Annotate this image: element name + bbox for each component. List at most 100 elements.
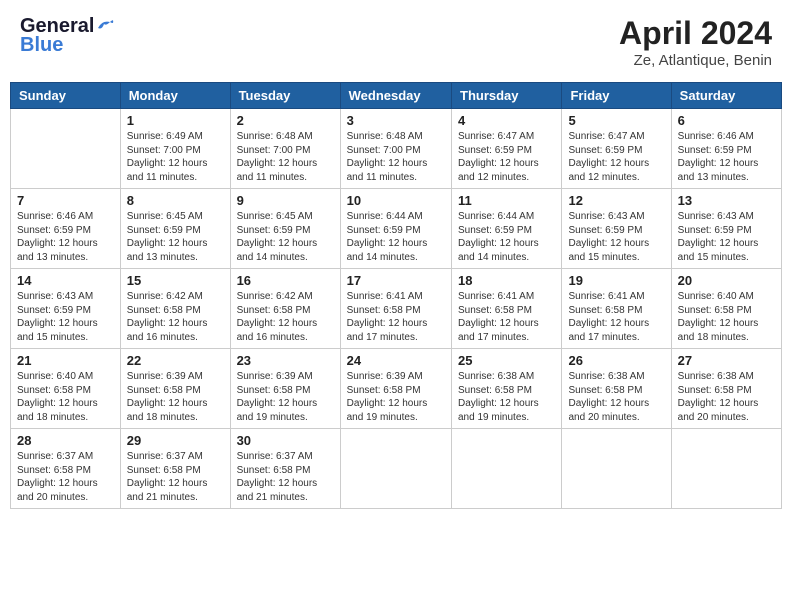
day-number: 9 bbox=[237, 193, 334, 208]
table-row: 3 Sunrise: 6:48 AM Sunset: 7:00 PM Daylig… bbox=[340, 109, 451, 189]
logo-bird-icon bbox=[96, 18, 114, 32]
table-row: 12 Sunrise: 6:43 AM Sunset: 6:59 PM Dayli… bbox=[562, 189, 671, 269]
day-number: 29 bbox=[127, 433, 224, 448]
day-info: Sunrise: 6:47 AM Sunset: 6:59 PM Dayligh… bbox=[458, 130, 555, 184]
month-year-title: April 2024 bbox=[619, 15, 772, 52]
col-friday: Friday bbox=[562, 83, 671, 109]
col-thursday: Thursday bbox=[452, 83, 562, 109]
day-info: Sunrise: 6:39 AM Sunset: 6:58 PM Dayligh… bbox=[127, 370, 224, 424]
table-row bbox=[562, 429, 671, 509]
day-info: Sunrise: 6:41 AM Sunset: 6:58 PM Dayligh… bbox=[347, 290, 445, 344]
calendar-header-row: Sunday Monday Tuesday Wednesday Thursday… bbox=[11, 83, 782, 109]
table-row: 24 Sunrise: 6:39 AM Sunset: 6:58 PM Dayli… bbox=[340, 349, 451, 429]
day-info: Sunrise: 6:38 AM Sunset: 6:58 PM Dayligh… bbox=[458, 370, 555, 424]
day-number: 8 bbox=[127, 193, 224, 208]
table-row bbox=[452, 429, 562, 509]
day-number: 10 bbox=[347, 193, 445, 208]
table-row: 14 Sunrise: 6:43 AM Sunset: 6:59 PM Dayli… bbox=[11, 269, 121, 349]
col-saturday: Saturday bbox=[671, 83, 781, 109]
table-row: 17 Sunrise: 6:41 AM Sunset: 6:58 PM Dayli… bbox=[340, 269, 451, 349]
day-info: Sunrise: 6:39 AM Sunset: 6:58 PM Dayligh… bbox=[237, 370, 334, 424]
day-info: Sunrise: 6:45 AM Sunset: 6:59 PM Dayligh… bbox=[237, 210, 334, 264]
table-row: 6Sunrise: 6:46 AM Sunset: 6:59 PM Daylig… bbox=[671, 109, 781, 189]
table-row: 25 Sunrise: 6:38 AM Sunset: 6:58 PM Dayli… bbox=[452, 349, 562, 429]
day-info: Sunrise: 6:45 AM Sunset: 6:59 PM Dayligh… bbox=[127, 210, 224, 264]
day-info: Sunrise: 6:41 AM Sunset: 6:58 PM Dayligh… bbox=[568, 290, 664, 344]
table-row bbox=[340, 429, 451, 509]
day-number: 15 bbox=[127, 273, 224, 288]
day-number: 30 bbox=[237, 433, 334, 448]
day-number: 2 bbox=[237, 113, 334, 128]
table-row: 2Sunrise: 6:48 AM Sunset: 7:00 PM Daylig… bbox=[230, 109, 340, 189]
day-info: Sunrise: 6:47 AM Sunset: 6:59 PM Dayligh… bbox=[568, 130, 664, 184]
day-info: Sunrise: 6:43 AM Sunset: 6:59 PM Dayligh… bbox=[678, 210, 775, 264]
day-number: 3 bbox=[347, 113, 445, 128]
day-number: 14 bbox=[17, 273, 114, 288]
day-info: Sunrise: 6:44 AM Sunset: 6:59 PM Dayligh… bbox=[458, 210, 555, 264]
table-row: 5 Sunrise: 6:47 AM Sunset: 6:59 PM Daylig… bbox=[562, 109, 671, 189]
table-row: 23Sunrise: 6:39 AM Sunset: 6:58 PM Dayli… bbox=[230, 349, 340, 429]
table-row: 18Sunrise: 6:41 AM Sunset: 6:58 PM Dayli… bbox=[452, 269, 562, 349]
day-number: 22 bbox=[127, 353, 224, 368]
day-info: Sunrise: 6:42 AM Sunset: 6:58 PM Dayligh… bbox=[237, 290, 334, 344]
title-block: April 2024 Ze, Atlantique, Benin bbox=[619, 15, 772, 69]
page-header: General Blue April 2024 Ze, Atlantique, … bbox=[10, 10, 782, 74]
day-info: Sunrise: 6:37 AM Sunset: 6:58 PM Dayligh… bbox=[237, 450, 334, 504]
day-info: Sunrise: 6:46 AM Sunset: 6:59 PM Dayligh… bbox=[678, 130, 775, 184]
day-number: 25 bbox=[458, 353, 555, 368]
table-row: 8 Sunrise: 6:45 AM Sunset: 6:59 PM Daylig… bbox=[120, 189, 230, 269]
logo: General Blue bbox=[20, 15, 114, 57]
day-info: Sunrise: 6:37 AM Sunset: 6:58 PM Dayligh… bbox=[17, 450, 114, 504]
day-number: 27 bbox=[678, 353, 775, 368]
calendar-week-row: 21Sunrise: 6:40 AM Sunset: 6:58 PM Dayli… bbox=[11, 349, 782, 429]
day-number: 24 bbox=[347, 353, 445, 368]
table-row: 22 Sunrise: 6:39 AM Sunset: 6:58 PM Dayli… bbox=[120, 349, 230, 429]
table-row: 28Sunrise: 6:37 AM Sunset: 6:58 PM Dayli… bbox=[11, 429, 121, 509]
day-info: Sunrise: 6:39 AM Sunset: 6:58 PM Dayligh… bbox=[347, 370, 445, 424]
calendar-table: Sunday Monday Tuesday Wednesday Thursday… bbox=[10, 82, 782, 509]
table-row: 21Sunrise: 6:40 AM Sunset: 6:58 PM Dayli… bbox=[11, 349, 121, 429]
day-info: Sunrise: 6:43 AM Sunset: 6:59 PM Dayligh… bbox=[568, 210, 664, 264]
day-info: Sunrise: 6:44 AM Sunset: 6:59 PM Dayligh… bbox=[347, 210, 445, 264]
day-number: 20 bbox=[678, 273, 775, 288]
table-row: 16 Sunrise: 6:42 AM Sunset: 6:58 PM Dayli… bbox=[230, 269, 340, 349]
day-number: 16 bbox=[237, 273, 334, 288]
table-row: 1 Sunrise: 6:49 AM Sunset: 7:00 PM Daylig… bbox=[120, 109, 230, 189]
day-number: 12 bbox=[568, 193, 664, 208]
day-number: 26 bbox=[568, 353, 664, 368]
table-row: 13 Sunrise: 6:43 AM Sunset: 6:59 PM Dayli… bbox=[671, 189, 781, 269]
day-number: 19 bbox=[568, 273, 664, 288]
table-row: 15Sunrise: 6:42 AM Sunset: 6:58 PM Dayli… bbox=[120, 269, 230, 349]
table-row: 7Sunrise: 6:46 AM Sunset: 6:59 PM Daylig… bbox=[11, 189, 121, 269]
day-info: Sunrise: 6:48 AM Sunset: 7:00 PM Dayligh… bbox=[347, 130, 445, 184]
calendar-week-row: 28Sunrise: 6:37 AM Sunset: 6:58 PM Dayli… bbox=[11, 429, 782, 509]
day-info: Sunrise: 6:37 AM Sunset: 6:58 PM Dayligh… bbox=[127, 450, 224, 504]
table-row: 27 Sunrise: 6:38 AM Sunset: 6:58 PM Dayli… bbox=[671, 349, 781, 429]
day-info: Sunrise: 6:41 AM Sunset: 6:58 PM Dayligh… bbox=[458, 290, 555, 344]
day-number: 13 bbox=[678, 193, 775, 208]
day-number: 5 bbox=[568, 113, 664, 128]
day-info: Sunrise: 6:43 AM Sunset: 6:59 PM Dayligh… bbox=[17, 290, 114, 344]
day-number: 11 bbox=[458, 193, 555, 208]
day-info: Sunrise: 6:38 AM Sunset: 6:58 PM Dayligh… bbox=[568, 370, 664, 424]
day-info: Sunrise: 6:40 AM Sunset: 6:58 PM Dayligh… bbox=[678, 290, 775, 344]
day-number: 17 bbox=[347, 273, 445, 288]
calendar-week-row: 14 Sunrise: 6:43 AM Sunset: 6:59 PM Dayli… bbox=[11, 269, 782, 349]
calendar-week-row: 7Sunrise: 6:46 AM Sunset: 6:59 PM Daylig… bbox=[11, 189, 782, 269]
calendar-week-row: 1 Sunrise: 6:49 AM Sunset: 7:00 PM Daylig… bbox=[11, 109, 782, 189]
table-row: 10 Sunrise: 6:44 AM Sunset: 6:59 PM Dayli… bbox=[340, 189, 451, 269]
table-row: 29 Sunrise: 6:37 AM Sunset: 6:58 PM Dayli… bbox=[120, 429, 230, 509]
table-row bbox=[671, 429, 781, 509]
day-number: 1 bbox=[127, 113, 224, 128]
day-info: Sunrise: 6:38 AM Sunset: 6:58 PM Dayligh… bbox=[678, 370, 775, 424]
table-row: 9 Sunrise: 6:45 AM Sunset: 6:59 PM Daylig… bbox=[230, 189, 340, 269]
day-info: Sunrise: 6:49 AM Sunset: 7:00 PM Dayligh… bbox=[127, 130, 224, 184]
col-tuesday: Tuesday bbox=[230, 83, 340, 109]
col-wednesday: Wednesday bbox=[340, 83, 451, 109]
day-number: 7 bbox=[17, 193, 114, 208]
day-number: 4 bbox=[458, 113, 555, 128]
col-sunday: Sunday bbox=[11, 83, 121, 109]
table-row: 11 Sunrise: 6:44 AM Sunset: 6:59 PM Dayli… bbox=[452, 189, 562, 269]
table-row: 20 Sunrise: 6:40 AM Sunset: 6:58 PM Dayli… bbox=[671, 269, 781, 349]
table-row: 30 Sunrise: 6:37 AM Sunset: 6:58 PM Dayli… bbox=[230, 429, 340, 509]
